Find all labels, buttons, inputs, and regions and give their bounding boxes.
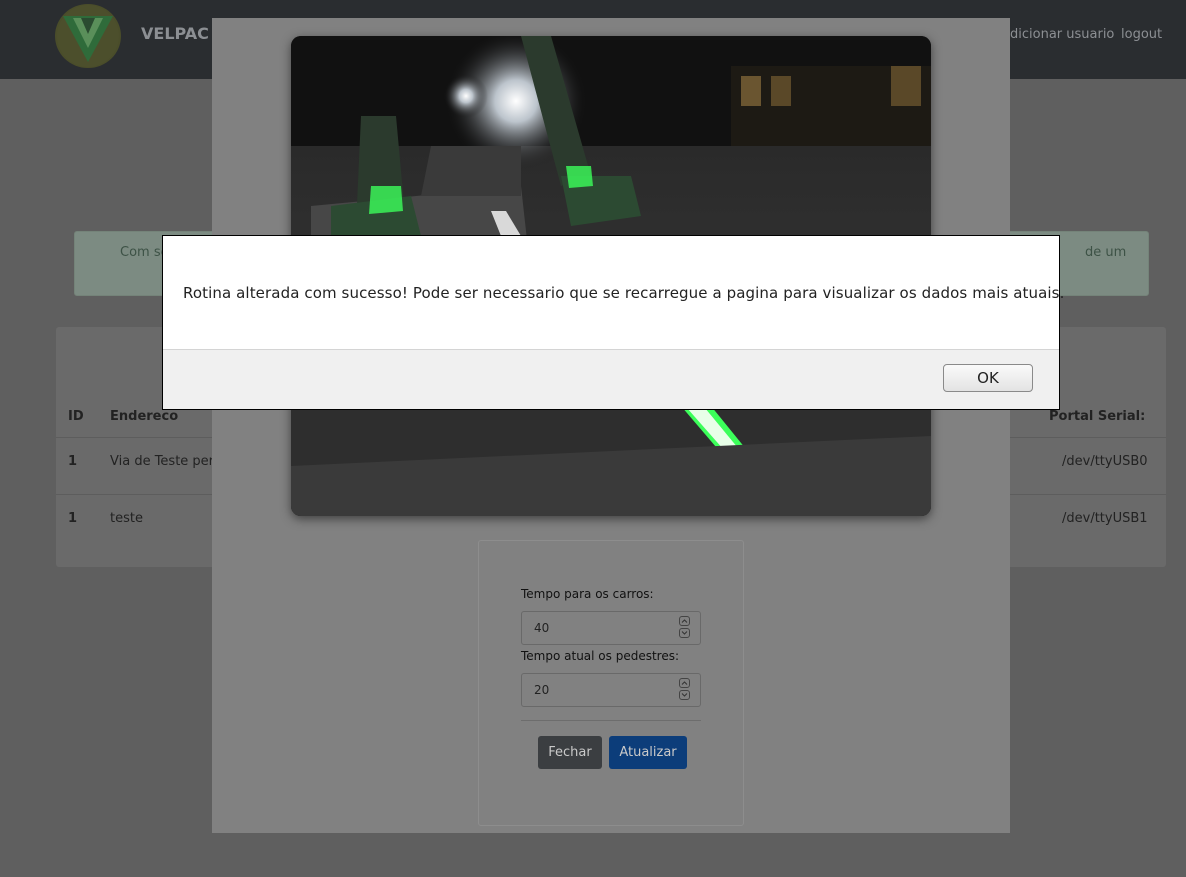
spin-down-icon[interactable] bbox=[679, 628, 690, 638]
col-header-id: ID bbox=[68, 409, 84, 424]
car-time-label: Tempo para os carros: bbox=[521, 587, 654, 601]
brand-title[interactable]: VELPAC - bbox=[141, 24, 221, 43]
update-button[interactable]: Atualizar bbox=[609, 736, 687, 769]
routine-form: Tempo para os carros: 40 Tempo atual os … bbox=[478, 540, 744, 826]
spin-up-icon[interactable] bbox=[679, 616, 690, 626]
edit-routine-modal: Tempo para os carros: 40 Tempo atual os … bbox=[212, 18, 1010, 833]
row-2-address: teste bbox=[110, 511, 143, 526]
car-time-input[interactable]: 40 bbox=[521, 611, 701, 645]
spin-down-icon[interactable] bbox=[679, 690, 690, 700]
dialog-message: Rotina alterada com sucesso! Pode ser ne… bbox=[183, 284, 1065, 302]
ped-time-input[interactable]: 20 bbox=[521, 673, 701, 707]
success-dialog: Rotina alterada com sucesso! Pode ser ne… bbox=[162, 235, 1064, 410]
row-1-port: /dev/ttyUSB0 bbox=[1062, 454, 1148, 469]
ok-button[interactable]: OK bbox=[943, 364, 1033, 392]
row-2-id: 1 bbox=[68, 511, 78, 526]
dialog-footer: OK bbox=[163, 349, 1059, 409]
spin-up-icon[interactable] bbox=[679, 678, 690, 688]
alert-text-right: de um bbox=[1085, 245, 1127, 260]
car-time-value: 40 bbox=[534, 621, 550, 635]
nav-logout-link[interactable]: logout bbox=[1121, 27, 1162, 42]
form-divider bbox=[521, 720, 701, 721]
ped-time-value: 20 bbox=[534, 683, 550, 697]
row-1-address: Via de Teste perto bbox=[110, 454, 228, 469]
col-header-port: Portal Serial: bbox=[1049, 409, 1146, 424]
logo-v-icon[interactable] bbox=[55, 4, 121, 68]
nav-add-user-link[interactable]: dicionar usuario bbox=[1010, 27, 1114, 42]
row-2-port: /dev/ttyUSB1 bbox=[1062, 511, 1148, 526]
ped-time-label: Tempo atual os pedestres: bbox=[521, 649, 680, 663]
col-header-address: Endereco bbox=[110, 409, 179, 424]
close-button[interactable]: Fechar bbox=[538, 736, 602, 769]
row-1-id: 1 bbox=[68, 454, 78, 469]
